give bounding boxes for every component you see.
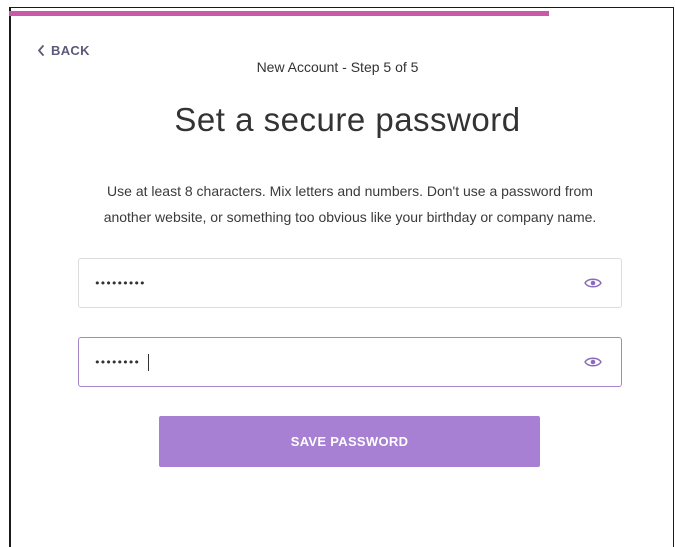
page-title: Set a secure password bbox=[174, 101, 521, 138]
confirm-password-field[interactable] bbox=[78, 337, 622, 387]
instructions-line-2: another website, or something too obviou… bbox=[103, 209, 597, 225]
wizard-step-label: New Account - Step 5 of 5 bbox=[256, 59, 419, 75]
confirm-password-input[interactable] bbox=[94, 355, 154, 369]
password-instructions: Use at least 8 characters. Mix letters a… bbox=[20, 178, 675, 230]
password-input[interactable] bbox=[94, 276, 554, 290]
text-cursor bbox=[148, 353, 149, 371]
wizard-progress-bar bbox=[9, 11, 549, 16]
back-link[interactable]: BACK bbox=[37, 43, 90, 58]
save-password-button[interactable]: SAVE PASSWORD bbox=[159, 416, 540, 467]
eye-icon[interactable] bbox=[584, 355, 602, 369]
chevron-left-icon bbox=[38, 45, 44, 56]
back-link-label: BACK bbox=[51, 43, 90, 58]
eye-icon[interactable] bbox=[584, 276, 602, 290]
password-field[interactable] bbox=[78, 258, 622, 308]
instructions-line-1: Use at least 8 characters. Mix letters a… bbox=[107, 183, 593, 199]
